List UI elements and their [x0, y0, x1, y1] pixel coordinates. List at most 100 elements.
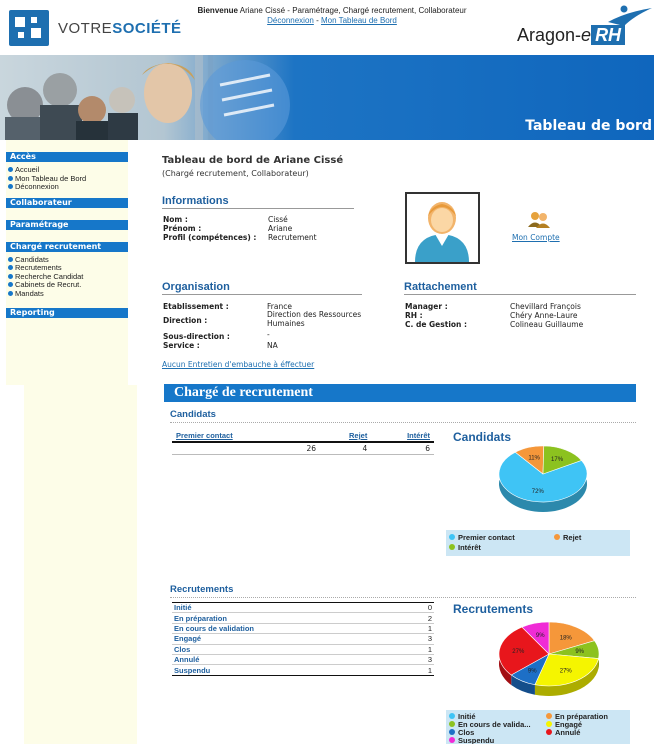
recrutement-status-link[interactable]: Annulé — [172, 654, 411, 666]
company-logo-text: VOTRESOCIÉTÉ — [58, 20, 182, 37]
label-gestion: C. de Gestion : — [405, 320, 467, 329]
top-header: VOTRESOCIÉTÉ Bienvenue Ariane Cissé - Pa… — [0, 0, 654, 55]
account-users-icon[interactable] — [527, 210, 551, 228]
sidebar-strip — [24, 385, 137, 744]
recrutements-table: Initié 0 En préparation 2 En cours de valida… — [172, 601, 434, 676]
sidebar-section-acces: Accès Accueil Mon Tableau de Bord Déconn… — [6, 152, 128, 192]
sidebar-heading-collaborateur[interactable]: Collaborateur — [6, 197, 128, 208]
pie-slice-label: 9% — [536, 633, 545, 639]
pie-slice-label: 17% — [551, 457, 564, 463]
legend-item: Rejet — [554, 533, 581, 542]
page-title: Tableau de bord de Ariane Cissé — [162, 155, 344, 166]
label-direction: Direction : — [163, 316, 208, 325]
recrutement-status-link[interactable]: Initié — [172, 601, 411, 614]
banner-title: Tableau de bord — [525, 118, 652, 134]
recrutement-status-link[interactable]: Engagé — [172, 633, 411, 645]
legend-swatch — [449, 544, 455, 550]
col-rejet[interactable]: Rejet — [320, 430, 372, 443]
candidats-legend: Premier contact Rejet Intérêt — [446, 530, 630, 556]
candidats-pie-chart: 72% 11% 17% — [498, 445, 588, 512]
recrutement-count: 0 — [410, 601, 434, 614]
bullet-icon — [8, 167, 13, 172]
header-banner: Tableau de bord — [0, 55, 654, 140]
table-row: En préparation 2 — [172, 612, 434, 624]
legend-item: Suspendu — [449, 736, 494, 744]
recrutement-count: 3 — [410, 654, 434, 666]
sidebar-heading-reporting[interactable]: Reporting — [6, 308, 128, 318]
label-service: Service : — [163, 341, 200, 350]
label-profil: Profil (compétences) : — [163, 233, 257, 242]
pie-slice-label: 27% — [560, 669, 573, 675]
sidebar-heading-charge-recrutement[interactable]: Chargé recrutement — [6, 241, 128, 252]
sidebar-section-charge-recrutement: Chargé recrutement Candidats Recrutement… — [6, 241, 128, 299]
table-row: En cours de validation 1 — [172, 623, 434, 635]
recrutements-pie-chart: 18% 9% 27% 9% 27% 9% — [498, 621, 600, 696]
col-interet[interactable]: Intérêt — [371, 430, 434, 443]
value-rh: Chéry Anne-Laure — [510, 311, 578, 320]
brand-swoosh-icon — [608, 5, 652, 26]
bullet-icon — [8, 282, 13, 287]
sidebar-item-deconnexion[interactable]: Déconnexion — [6, 182, 128, 192]
value-profil: Recrutement — [268, 233, 317, 242]
page-subtitle: (Chargé recrutement, Collaborateur) — [162, 169, 309, 178]
recrutement-count: 2 — [410, 612, 434, 624]
legend-swatch — [449, 534, 455, 540]
label-rh: RH : — [405, 311, 423, 320]
user-avatar — [405, 192, 480, 264]
pie-slice-label: 9% — [575, 649, 584, 655]
bullet-icon — [8, 184, 13, 189]
pie-slice-label: 11% — [528, 456, 540, 462]
table-row: 26 4 6 — [172, 442, 434, 455]
col-premier-contact[interactable]: Premier contact — [172, 430, 321, 443]
label-etablissement: Etablissement : — [163, 302, 229, 311]
bullet-icon — [8, 256, 13, 262]
label-sous-direction: Sous-direction : — [163, 332, 230, 341]
recrutement-status-link[interactable]: En préparation — [172, 612, 411, 624]
company-logo-icon — [9, 10, 49, 46]
logout-link[interactable]: Déconnexion — [267, 16, 314, 25]
legend-item: Intérêt — [449, 543, 481, 552]
label-prenom: Prénom : — [163, 224, 202, 233]
legend-swatch — [554, 534, 560, 540]
value-prenom: Ariane — [268, 224, 293, 233]
recrutements-heading: Recrutements — [170, 584, 636, 598]
my-account-link[interactable]: Mon Compte — [512, 233, 560, 242]
sidebar-heading-acces[interactable]: Accès — [6, 152, 128, 162]
cell-rejet: 4 — [320, 442, 372, 455]
chart-title-recrutements: Recrutements — [453, 602, 534, 616]
legend-swatch — [546, 721, 552, 727]
legend-swatch — [546, 713, 552, 719]
pie-slice-label: 18% — [560, 635, 573, 641]
sidebar: Accès Accueil Mon Tableau de Bord Déconn… — [6, 140, 128, 385]
recrutement-count: 1 — [410, 664, 434, 676]
bullet-icon — [8, 273, 13, 279]
rattachement-heading: Rattachement — [404, 281, 636, 295]
label-manager: Manager : — [405, 302, 448, 311]
bullet-icon — [8, 290, 13, 296]
informations-heading: Informations — [162, 195, 354, 209]
table-row: Initié 0 — [172, 601, 434, 614]
sidebar-heading-parametrage[interactable]: Paramétrage — [6, 219, 128, 230]
recrutement-status-link[interactable]: Clos — [172, 644, 411, 655]
value-nom: Cissé — [268, 215, 288, 224]
value-service: NA — [267, 341, 278, 350]
legend-swatch — [449, 729, 455, 735]
recrutement-status-link[interactable]: Suspendu — [172, 664, 411, 676]
legend-swatch — [449, 737, 455, 743]
recrutement-count: 1 — [410, 623, 434, 635]
candidats-heading: Candidats — [170, 409, 636, 423]
sidebar-item-mandats[interactable]: Mandats — [6, 289, 128, 299]
legend-swatch — [449, 713, 455, 719]
my-dashboard-link[interactable]: Mon Tableau de Bord — [321, 16, 397, 25]
entretien-link[interactable]: Aucun Entretien d'embauche à éffectuer — [162, 360, 314, 369]
recrutement-count: 3 — [410, 633, 434, 645]
table-row: Clos 1 — [172, 644, 434, 655]
recrutement-status-link[interactable]: En cours de validation — [172, 623, 411, 635]
legend-swatch — [546, 729, 552, 735]
table-header-row: Premier contact Rejet Intérêt — [172, 430, 434, 443]
aragon-erh-logo: Aragon-e RH — [517, 25, 626, 46]
pie-slice-label: 72% — [532, 489, 545, 495]
candidats-table: Premier contact Rejet Intérêt 26 4 6 — [172, 430, 434, 455]
bullet-icon — [8, 175, 13, 181]
label-nom: Nom : — [163, 215, 188, 224]
